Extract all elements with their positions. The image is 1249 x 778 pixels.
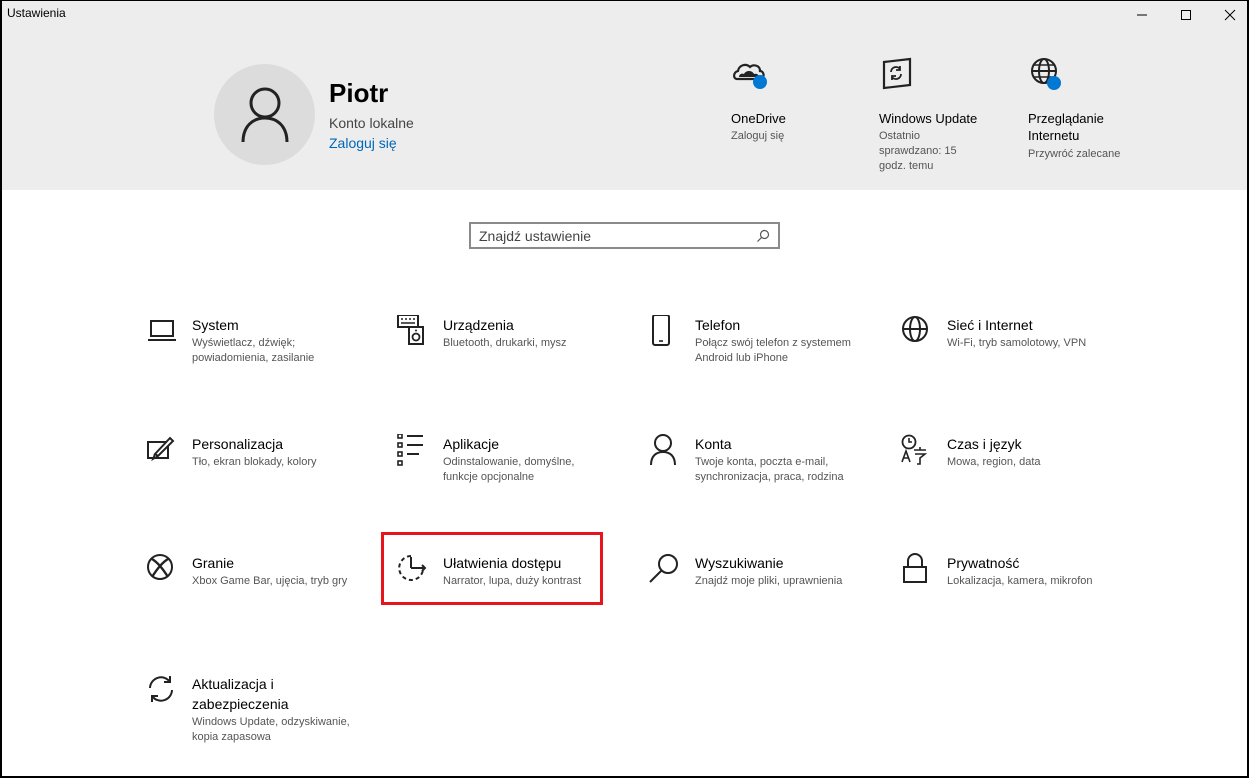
person-icon [650,434,676,466]
tile-phone-title: Telefon [695,317,741,333]
phone-icon [652,315,670,346]
tile-ease-of-access[interactable]: Ułatwienia dostępu Narrator, lupa, duży … [397,553,633,623]
windows-update-title: Windows Update [879,111,978,126]
tile-update-security[interactable]: Aktualizacja i zabezpieczenia Windows Up… [146,674,382,754]
tile-privacy[interactable]: Prywatność Lokalizacja, kamera, mikrofon [901,553,1137,623]
tile-search[interactable]: Wyszukiwanie Znajdź moje pliki, uprawnie… [649,553,885,623]
sync-update-icon [149,676,173,702]
browsing-title-line-1: Przeglądanie [1028,111,1104,126]
laptop-icon [148,320,176,341]
close-button[interactable] [1208,1,1249,29]
tile-apps-desc-2: funkcje opcjonalne [443,471,535,483]
tile-apps[interactable]: Aplikacje Odinstalowanie, domyślne, funk… [397,434,633,504]
quick-link-onedrive[interactable]: OneDrive Zaloguj się [731,55,841,165]
window-title: Ustawienia [7,6,66,20]
search-box[interactable] [469,222,780,249]
tile-system-title: System [192,317,239,333]
account-type: Konto lokalne [329,115,414,131]
tile-ease-of-access-desc-1: Narrator, lupa, duży kontrast [443,575,582,587]
tile-network-title: Sieć i Internet [947,317,1033,333]
tile-phone[interactable]: Telefon Połącz swój telefon z systemem A… [649,315,885,385]
search-magnifier-icon [757,229,770,242]
lock-icon [903,553,927,583]
tile-ease-of-access-title: Ułatwienia dostępu [443,555,562,571]
tile-personalization-title: Personalizacja [192,436,284,452]
tile-update-title-1: Aktualizacja i [192,676,274,692]
personalization-icon [147,436,175,462]
globe-icon [902,316,928,342]
xbox-icon [147,554,173,580]
maximize-button[interactable] [1164,1,1208,29]
minimize-button[interactable] [1120,1,1164,29]
quick-link-windows-update[interactable]: Windows Update Ostatnio sprawdzano: 15 g… [879,55,999,175]
tile-system-desc-1: Wyświetlacz, dźwięk; [192,337,296,349]
tile-phone-desc-1: Połącz swój telefon z systemem [695,337,851,349]
time-language-icon [901,434,928,465]
tile-system[interactable]: System Wyświetlacz, dźwięk; powiadomieni… [146,315,382,385]
tile-time-language-desc-1: Mowa, region, data [947,456,1041,468]
tile-update-desc-2: kopia zapasowa [192,731,271,743]
windows-update-icon [882,57,912,90]
tile-personalization[interactable]: Personalizacja Tło, ekran blokady, kolor… [146,434,382,504]
search-input[interactable] [479,227,749,245]
onedrive-subtitle: Zaloguj się [731,130,785,142]
tile-time-language-title: Czas i język [947,436,1022,452]
browsing-subtitle: Przywróć zalecane [1028,148,1121,160]
tile-apps-desc-1: Odinstalowanie, domyślne, [443,456,575,468]
title-bar: Ustawienia [2,1,1247,31]
browsing-title-line-2: Internetu [1028,128,1080,143]
tile-gaming-desc-1: Xbox Game Bar, ujęcia, tryb gry [192,575,348,587]
globe-browsing-icon [1031,58,1061,90]
tile-accounts[interactable]: Konta Twoje konta, poczta e-mail, synchr… [649,434,885,504]
tile-time-language[interactable]: Czas i język Mowa, region, data [901,434,1137,504]
user-name: Piotr [329,78,389,108]
avatar [214,64,315,165]
tile-privacy-title: Prywatność [947,555,1020,571]
apps-list-icon [397,434,423,466]
tile-accounts-desc-1: Twoje konta, poczta e-mail, [695,456,829,468]
tile-accounts-desc-2: synchronizacja, praca, rodzina [695,471,844,483]
quick-link-browsing[interactable]: Przeglądanie Internetu Przywróć zalecane [1028,55,1148,165]
tile-update-title-2: zabezpieczenia [192,696,289,712]
tile-phone-desc-2: Android lub iPhone [695,352,788,364]
tile-gaming-title: Granie [192,555,235,571]
ease-of-access-icon [398,555,427,581]
tile-devices-title: Urządzenia [443,317,514,333]
tile-devices-desc-1: Bluetooth, drukarki, mysz [443,337,567,349]
tile-devices[interactable]: Urządzenia Bluetooth, drukarki, mysz [397,315,633,385]
onedrive-cloud-icon [733,63,767,89]
tile-update-desc-1: Windows Update, odzyskiwanie, [192,716,350,728]
tile-search-desc-1: Znajdź moje pliki, uprawnienia [695,575,843,587]
user-avatar-icon [241,87,288,142]
close-icon [1224,9,1236,21]
sign-in-link[interactable]: Zaloguj się [329,135,397,151]
tile-apps-title: Aplikacje [443,436,500,452]
tile-search-title: Wyszukiwanie [695,555,784,571]
onedrive-title: OneDrive [731,111,786,126]
tile-system-desc-2: powiadomienia, zasilanie [192,352,315,364]
search-icon [649,554,678,583]
windows-update-subtitle-line-1: Ostatnio [879,130,920,142]
devices-icon [397,315,424,345]
tile-network[interactable]: Sieć i Internet Wi-Fi, tryb samolotowy, … [901,315,1137,385]
maximize-icon [1181,10,1191,20]
tile-personalization-desc-1: Tło, ekran blokady, kolory [192,456,317,468]
minimize-icon [1137,14,1147,16]
tile-gaming[interactable]: Granie Xbox Game Bar, ujęcia, tryb gry [146,553,382,623]
windows-update-subtitle-line-3: godz. temu [879,160,934,172]
tile-accounts-title: Konta [695,436,732,452]
tile-privacy-desc-1: Lokalizacja, kamera, mikrofon [947,575,1093,587]
windows-update-subtitle-line-2: sprawdzano: 15 [879,145,957,157]
tile-network-desc-1: Wi-Fi, tryb samolotowy, VPN [947,337,1087,349]
